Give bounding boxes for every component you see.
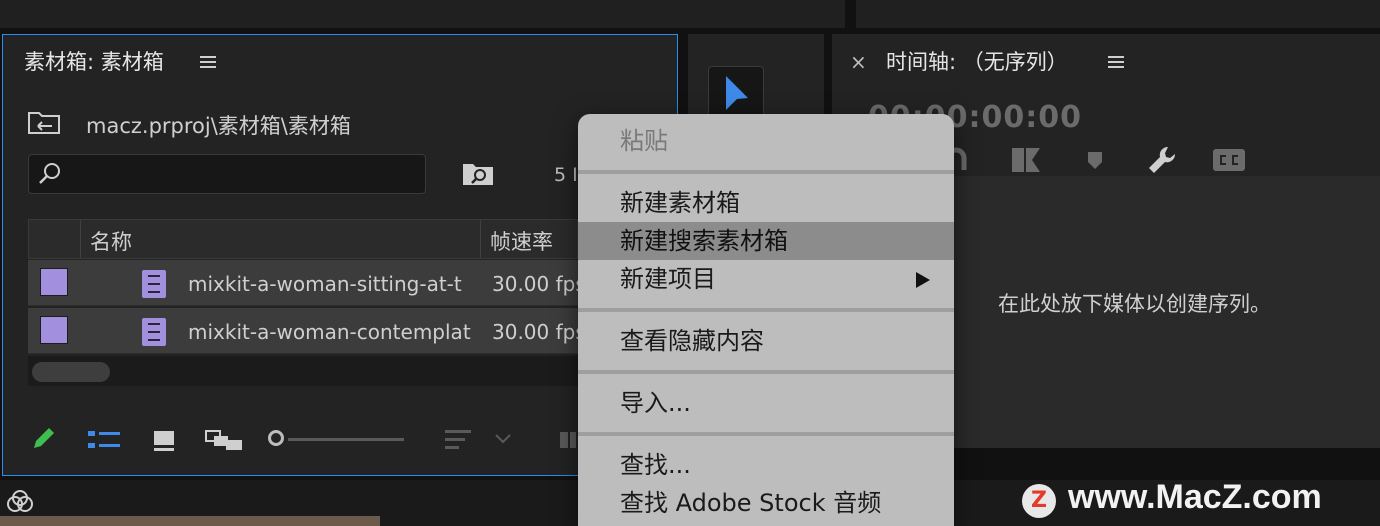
up-folder-icon[interactable] [28, 110, 60, 134]
selection-arrow-icon [726, 76, 748, 110]
menu-separator [578, 308, 954, 312]
linked-selection-icon[interactable] [1010, 146, 1042, 174]
clip-name[interactable]: mixkit-a-woman-contemplat [188, 320, 471, 344]
item-count: 5 I [554, 164, 578, 186]
column-header-name[interactable]: 名称 [90, 226, 132, 256]
watermark-text: www.MacZ.com [1068, 478, 1322, 516]
horizontal-scrollbar[interactable] [28, 356, 578, 386]
top-panel-left [0, 0, 845, 28]
wrench-icon[interactable] [1146, 144, 1178, 176]
menu-item-find[interactable]: 查找... [578, 446, 954, 484]
label-color-swatch[interactable] [40, 268, 68, 296]
search-icon [39, 163, 60, 184]
drop-hint: 在此处放下媒体以创建序列。 [998, 292, 1271, 316]
icon-view-icon[interactable] [152, 428, 176, 452]
bin-path: macz.prproj\素材箱\素材箱 [86, 114, 351, 138]
menu-separator [578, 370, 954, 374]
menu-item-paste[interactable]: 粘贴 [578, 122, 954, 160]
add-marker-icon[interactable] [1086, 150, 1104, 170]
top-panel-right [856, 0, 1380, 28]
automate-icon[interactable] [558, 430, 578, 454]
video-clip-icon [142, 318, 166, 346]
clip-fps: 30.00 fps [492, 320, 586, 344]
sort-icon[interactable] [444, 428, 472, 452]
close-icon[interactable]: × [850, 50, 867, 74]
thumbnail-strip [0, 516, 380, 526]
chevron-down-icon[interactable] [494, 432, 512, 446]
project-panel-title[interactable]: 素材箱: 素材箱 [24, 46, 164, 76]
column-divider[interactable] [480, 220, 481, 258]
menu-separator [578, 170, 954, 174]
menu-item-new-bin[interactable]: 新建素材箱 [578, 184, 954, 222]
menu-item-new-search-bin[interactable]: 新建搜索素材箱 [578, 222, 954, 260]
freeform-view-icon[interactable] [204, 428, 244, 452]
creative-cloud-icon[interactable] [4, 486, 36, 518]
menu-item-view-hidden[interactable]: 查看隐藏内容 [578, 322, 954, 360]
menu-item-import[interactable]: 导入... [578, 384, 954, 422]
zoom-slider-knob[interactable] [268, 430, 284, 446]
watermark-logo: Z [1022, 484, 1056, 518]
watermark-logo-letter: Z [1031, 488, 1047, 513]
search-input[interactable] [28, 154, 426, 194]
clip-name[interactable]: mixkit-a-woman-sitting-at-t [188, 272, 462, 296]
context-menu: 粘贴 新建素材箱 新建搜索素材箱 新建项目 查看隐藏内容 导入... 查找...… [578, 114, 954, 526]
captions-icon[interactable] [1212, 148, 1246, 172]
menu-item-find-adobe-stock-audio[interactable]: 查找 Adobe Stock 音频 [578, 484, 954, 522]
zoom-slider-track[interactable] [288, 438, 404, 441]
timeline-title[interactable]: 时间轴: （无序列） [886, 46, 1068, 76]
menu-separator [578, 432, 954, 436]
menu-item-label: 新建项目 [620, 265, 716, 293]
submenu-arrow-icon [916, 272, 930, 288]
clip-fps: 30.00 fps [492, 272, 586, 296]
column-divider[interactable] [80, 220, 81, 258]
menu-item-new-item[interactable]: 新建项目 [578, 260, 954, 298]
label-color-swatch[interactable] [40, 316, 68, 344]
video-clip-icon [142, 270, 166, 298]
timeline-menu-icon[interactable] [1108, 56, 1124, 68]
scrollbar-thumb[interactable] [32, 362, 110, 382]
new-search-bin-icon[interactable] [462, 162, 494, 186]
project-panel-menu-icon[interactable] [200, 56, 216, 68]
column-header-fps[interactable]: 帧速率 [490, 226, 553, 256]
pencil-icon[interactable] [30, 426, 58, 450]
list-view-icon[interactable] [86, 428, 122, 452]
